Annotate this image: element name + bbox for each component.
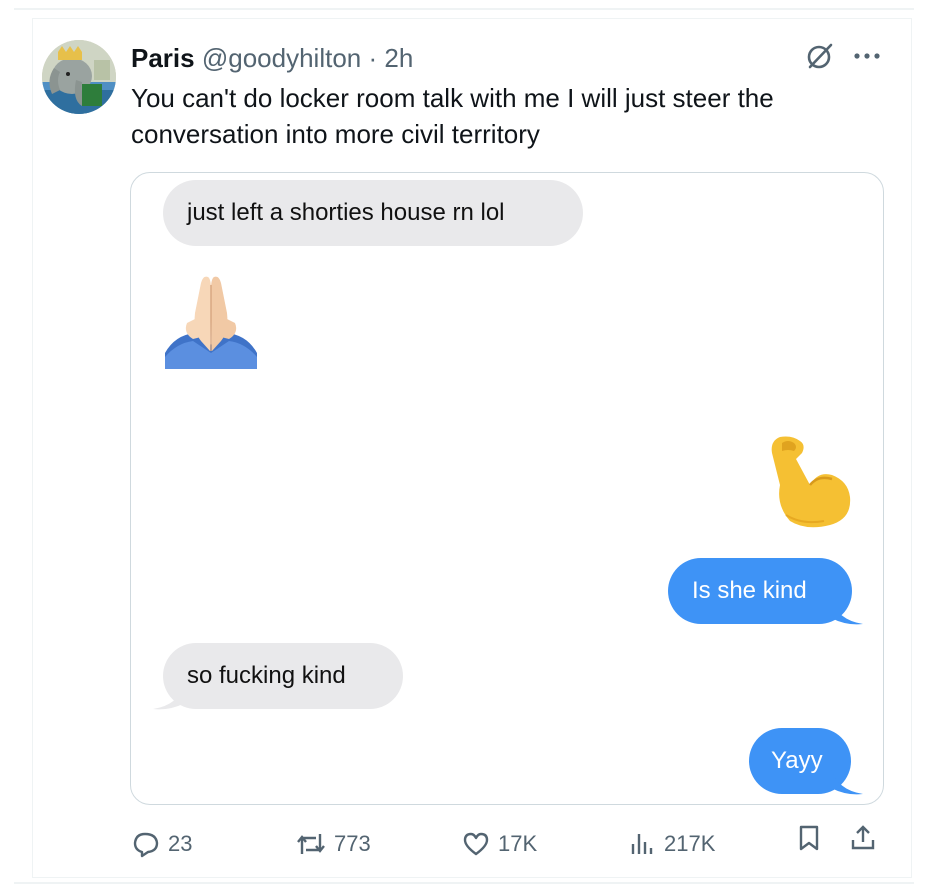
message-bubble-received: just left a shorties house rn lol [163, 180, 583, 246]
header-separator: · [368, 43, 378, 73]
share-button[interactable] [850, 824, 876, 852]
grok-icon[interactable] [806, 42, 834, 70]
tweet-media-screenshot[interactable]: just left a shorties house rn lol Is she… [130, 172, 884, 805]
message-text: Is she kind [692, 577, 807, 604]
views-button[interactable]: 217K [628, 824, 715, 864]
like-count: 17K [498, 831, 538, 856]
avatar[interactable] [42, 40, 116, 114]
message-text: so fucking kind [187, 662, 346, 689]
like-button[interactable]: 17K [462, 824, 537, 864]
more-options-icon[interactable] [852, 51, 882, 61]
tweet-actions-bar: 23 773 17K 217K [132, 824, 892, 864]
tweet-top-actions [806, 42, 882, 70]
repost-icon [297, 834, 325, 854]
timestamp[interactable]: 2h [384, 43, 413, 73]
message-text: Yayy [771, 747, 823, 774]
bookmark-icon [799, 825, 819, 851]
analytics-icon [631, 834, 653, 854]
tweet-text: You can't do locker room talk with me I … [131, 83, 774, 149]
share-icon [851, 825, 875, 850]
message-text: just left a shorties house rn lol [187, 199, 505, 226]
bubble-tail-received [153, 683, 185, 710]
reply-count: 23 [168, 831, 193, 856]
bubble-tail-sent [831, 598, 863, 625]
folded-hands-emoji [165, 276, 257, 369]
reply-icon [133, 832, 159, 858]
view-count: 217K [664, 831, 716, 856]
display-name[interactable]: Paris [131, 43, 195, 73]
message-bubble-received: so fucking kind [163, 643, 403, 709]
flexed-biceps-emoji [771, 436, 851, 528]
reply-button[interactable]: 23 [132, 824, 192, 864]
avatar-image [42, 40, 116, 114]
repost-count: 773 [334, 831, 371, 856]
tweet-header: Paris @goodyhilton · 2h [131, 42, 413, 74]
bookmark-button[interactable] [796, 824, 822, 852]
user-handle[interactable]: @goodyhilton [202, 43, 361, 73]
repost-button[interactable]: 773 [296, 824, 371, 864]
heart-icon [463, 832, 489, 856]
bubble-tail-sent [831, 768, 863, 795]
message-bubble-sent: Is she kind [668, 558, 852, 624]
